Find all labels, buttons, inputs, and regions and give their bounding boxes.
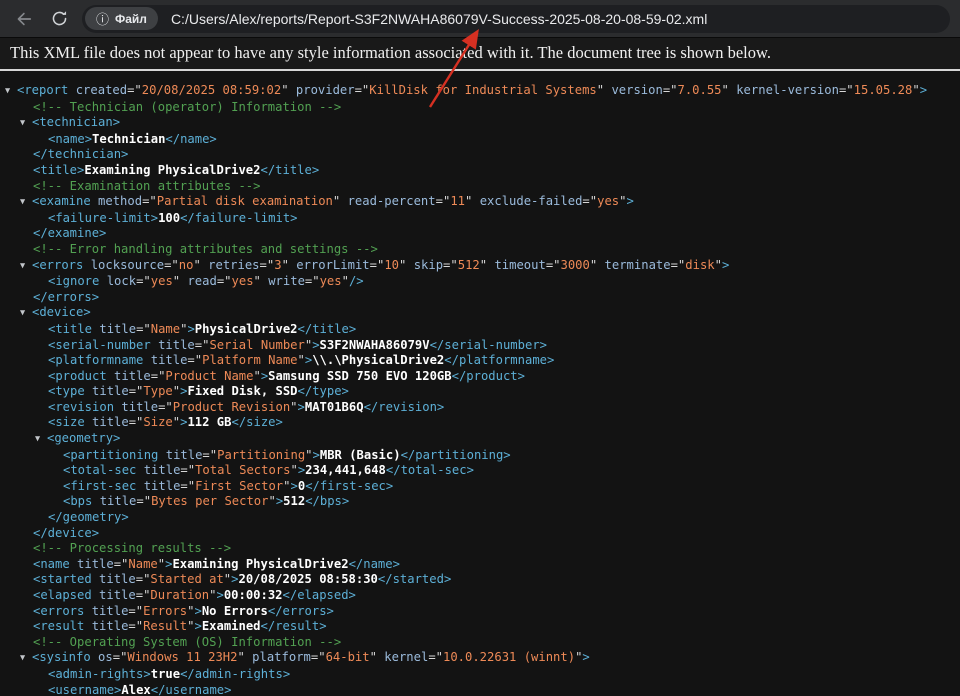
xml-line: <admin-rights>true</admin-rights>	[0, 667, 960, 683]
collapse-toggle-icon[interactable]: ▼	[20, 116, 32, 132]
xml-line: <name>Technician</name>	[0, 132, 960, 148]
xml-line: ▼<errors locksource="no" retries="3" err…	[0, 258, 960, 275]
xml-comment-line: <!-- Examination attributes -->	[0, 179, 960, 195]
file-chip-label: Файл	[115, 12, 147, 26]
xml-line: <elapsed title="Duration">00:00:32</elap…	[0, 588, 960, 604]
xml-comment-line: <!-- Error handling attributes and setti…	[0, 242, 960, 258]
xml-line: </technician>	[0, 147, 960, 163]
reload-button[interactable]	[46, 6, 72, 32]
xml-line: <bps title="Bytes per Sector">512</bps>	[0, 494, 960, 510]
xml-line: <ignore lock="yes" read="yes" write="yes…	[0, 274, 960, 290]
xml-style-notice: This XML file does not appear to have an…	[0, 38, 960, 71]
collapse-toggle-icon[interactable]: ▼	[20, 259, 32, 275]
xml-line: <total-sec title="Total Sectors">234,441…	[0, 463, 960, 479]
xml-comment-line: <!-- Technician (operator) Information -…	[0, 100, 960, 116]
browser-toolbar: ⓘ Файл C:/Users/Alex/reports/Report-S3F2…	[0, 0, 960, 38]
xml-line: <name title="Name">Examining PhysicalDri…	[0, 557, 960, 573]
xml-line: <title>Examining PhysicalDrive2</title>	[0, 163, 960, 179]
reload-icon	[50, 9, 69, 28]
xml-line: ▼<sysinfo os="Windows 11 23H2" platform=…	[0, 650, 960, 667]
xml-line: </geometry>	[0, 510, 960, 526]
xml-line: ▼<report created="20/08/2025 08:59:02" p…	[0, 83, 960, 100]
url-bar[interactable]: ⓘ Файл C:/Users/Alex/reports/Report-S3F2…	[82, 5, 950, 33]
collapse-toggle-icon[interactable]: ▼	[35, 432, 47, 448]
xml-line: <partitioning title="Partitioning">MBR (…	[0, 448, 960, 464]
xml-line: <type title="Type">Fixed Disk, SSD</type…	[0, 384, 960, 400]
xml-line: ▼<geometry>	[0, 431, 960, 448]
url-text[interactable]: C:/Users/Alex/reports/Report-S3F2NWAHA86…	[171, 11, 707, 27]
collapse-toggle-icon[interactable]: ▼	[5, 84, 17, 100]
xml-line: ▼<technician>	[0, 115, 960, 132]
xml-line: </errors>	[0, 290, 960, 306]
xml-line: ▼<examine method="Partial disk examinati…	[0, 194, 960, 211]
xml-comment-line: <!-- Operating System (OS) Information -…	[0, 635, 960, 651]
xml-line: <revision title="Product Revision">MAT01…	[0, 400, 960, 416]
xml-line: <first-sec title="First Sector">0</first…	[0, 479, 960, 495]
xml-line: <errors title="Errors">No Errors</errors…	[0, 604, 960, 620]
xml-line: <failure-limit>100</failure-limit>	[0, 211, 960, 227]
xml-line: <serial-number title="Serial Number">S3F…	[0, 338, 960, 354]
xml-line: <title title="Name">PhysicalDrive2</titl…	[0, 322, 960, 338]
xml-line: <username>Alex</username>	[0, 683, 960, 696]
back-button[interactable]	[10, 6, 36, 32]
xml-line: </device>	[0, 526, 960, 542]
xml-line: <platformname title="Platform Name">\\.\…	[0, 353, 960, 369]
xml-line: <product title="Product Name">Samsung SS…	[0, 369, 960, 385]
collapse-toggle-icon[interactable]: ▼	[20, 651, 32, 667]
xml-line: <size title="Size">112 GB</size>	[0, 415, 960, 431]
xml-document-tree: ▼<report created="20/08/2025 08:59:02" p…	[0, 71, 960, 696]
xml-line: </examine>	[0, 226, 960, 242]
xml-comment-line: <!-- Processing results -->	[0, 541, 960, 557]
collapse-toggle-icon[interactable]: ▼	[20, 306, 32, 322]
xml-line: ▼<device>	[0, 305, 960, 322]
xml-line: <result title="Result">Examined</result>	[0, 619, 960, 635]
file-scheme-chip[interactable]: ⓘ Файл	[85, 7, 158, 30]
info-icon: ⓘ	[96, 9, 109, 28]
xml-line: <started title="Started at">20/08/2025 0…	[0, 572, 960, 588]
collapse-toggle-icon[interactable]: ▼	[20, 195, 32, 211]
back-arrow-icon	[13, 9, 33, 29]
